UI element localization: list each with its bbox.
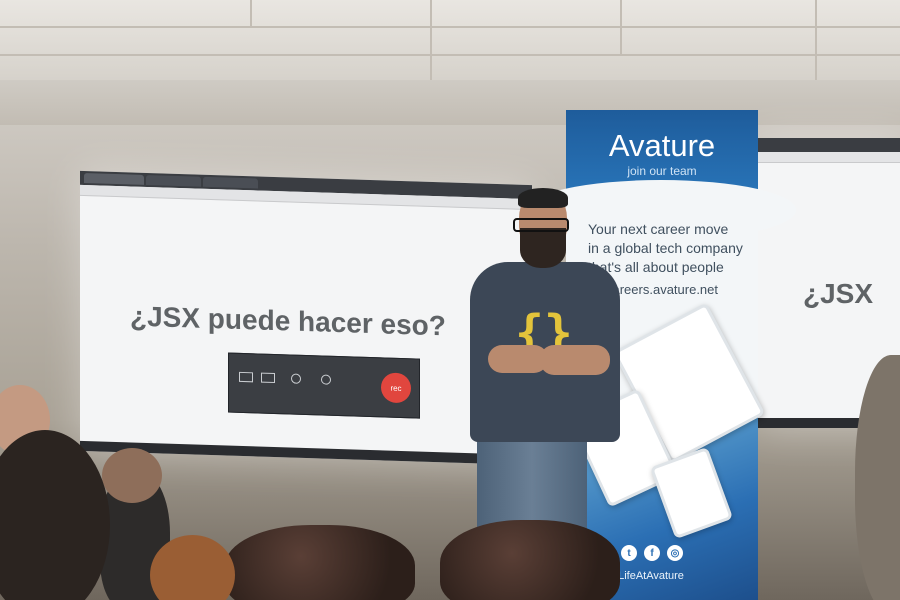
ceiling-tile-line bbox=[0, 54, 900, 56]
slide-title: ¿JSX puede hacer eso? bbox=[130, 300, 446, 342]
projection-screen-left: ¿JSX puede hacer eso? rec bbox=[80, 170, 532, 466]
audience-head bbox=[0, 430, 110, 600]
facebook-icon: f bbox=[644, 545, 660, 561]
beanbag-chair bbox=[225, 525, 415, 600]
banner-line: that's all about people bbox=[588, 259, 724, 275]
wall-band bbox=[0, 80, 900, 125]
camera-icon bbox=[291, 373, 301, 384]
presenter-glasses bbox=[513, 218, 569, 232]
browser-address-bar bbox=[755, 152, 900, 163]
ceiling-tile-line bbox=[0, 26, 900, 28]
presentation-photo: ¿JSX puede hacer eso? rec ¿JSX Avature j… bbox=[0, 0, 900, 600]
avature-logo: Avature bbox=[608, 128, 716, 163]
audience-head bbox=[102, 448, 162, 503]
browser-tab-bar bbox=[755, 138, 900, 152]
audience-head bbox=[150, 535, 235, 600]
ceiling-tile-line bbox=[250, 0, 252, 26]
browser-tab bbox=[146, 174, 201, 187]
browser-tab bbox=[203, 176, 258, 189]
beanbag-chair bbox=[440, 520, 620, 600]
twitter-icon: t bbox=[621, 545, 637, 561]
presenter-beard bbox=[520, 228, 566, 268]
banner-line: Your next career move bbox=[588, 221, 729, 237]
ceiling bbox=[0, 0, 900, 82]
screen-icon bbox=[239, 371, 253, 383]
slide-title-partial: ¿JSX bbox=[803, 278, 874, 309]
window-icon bbox=[261, 372, 275, 384]
presenter-arm bbox=[488, 345, 548, 373]
browser-tab bbox=[84, 173, 144, 185]
banner-url: careers.avature.net bbox=[606, 282, 719, 297]
presenter-hair bbox=[518, 188, 568, 208]
banner-line: in a global tech company bbox=[588, 240, 743, 256]
banner-tagline: join our team bbox=[627, 164, 697, 178]
banner-message: Your next career move in a global tech c… bbox=[588, 220, 758, 277]
presenter-arm bbox=[540, 345, 610, 375]
ceiling-tile-line bbox=[620, 0, 622, 54]
record-button: rec bbox=[381, 372, 411, 404]
ceiling-tile-line bbox=[815, 0, 817, 80]
ceiling-tile-line bbox=[430, 0, 432, 80]
recording-toolbar: rec bbox=[228, 352, 420, 419]
instagram-icon: ◎ bbox=[667, 545, 683, 561]
microphone-icon bbox=[321, 374, 331, 385]
